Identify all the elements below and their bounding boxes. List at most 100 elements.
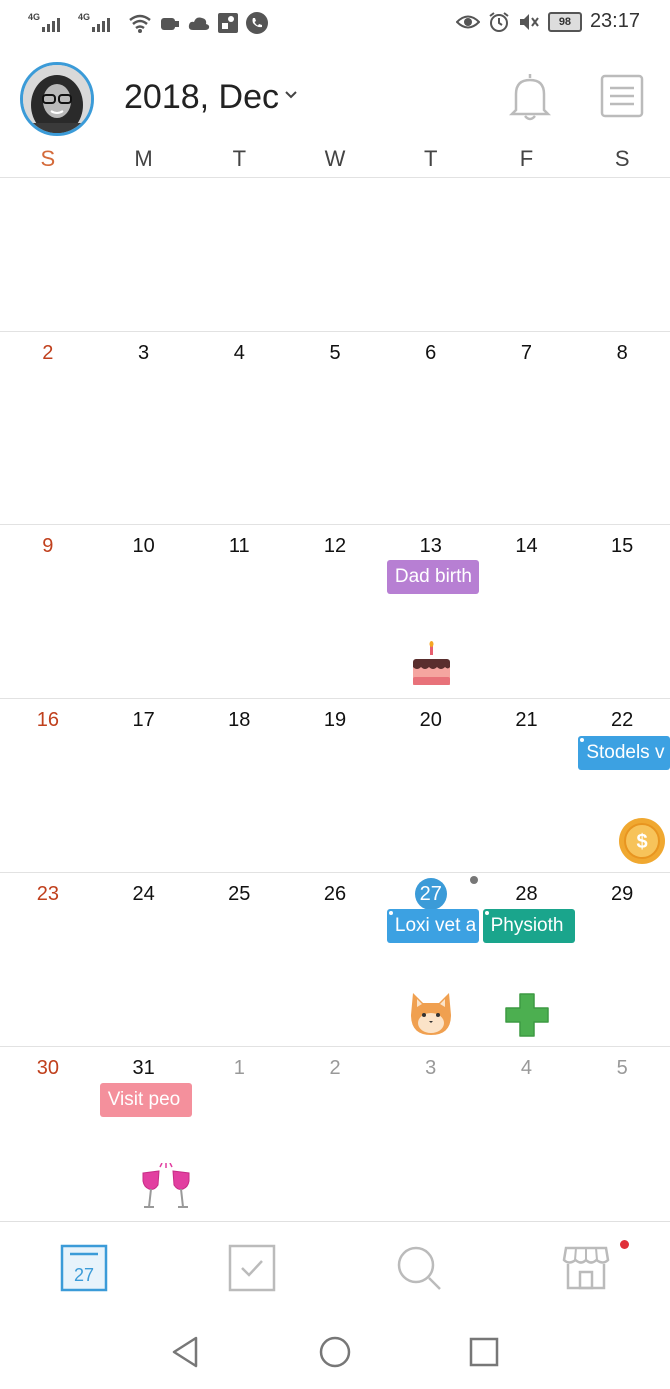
event-label: Physioth bbox=[490, 915, 564, 936]
day-number: 4 bbox=[520, 1057, 533, 1079]
day-cell[interactable]: 24 bbox=[96, 873, 192, 1046]
week-row: 23 24 25 26 27 Loxi vet a 28 Physioth 29 bbox=[0, 873, 670, 1046]
chevron-down-icon[interactable] bbox=[284, 90, 298, 100]
back-icon[interactable] bbox=[168, 1334, 204, 1370]
day-cell[interactable] bbox=[191, 178, 287, 331]
day-cell[interactable]: 29 bbox=[574, 873, 670, 1046]
day-cell[interactable]: 3 bbox=[96, 332, 192, 524]
battery-icon: 98 bbox=[547, 11, 582, 32]
day-number: 7 bbox=[520, 342, 533, 364]
network-label: 4G bbox=[28, 12, 41, 22]
day-cell[interactable]: 28 Physioth bbox=[479, 873, 575, 1046]
day-number: 24 bbox=[132, 883, 155, 905]
weekday-label: S bbox=[614, 146, 630, 171]
event-chip[interactable]: Stodels v bbox=[578, 736, 670, 770]
day-cell[interactable]: 23 bbox=[0, 873, 96, 1046]
recents-icon[interactable] bbox=[466, 1334, 502, 1370]
day-cell[interactable]: 30 bbox=[0, 1047, 96, 1221]
day-number: 25 bbox=[228, 883, 251, 905]
day-cell[interactable] bbox=[574, 178, 670, 331]
day-number: 19 bbox=[323, 709, 347, 731]
month-title[interactable]: 2018, Dec bbox=[124, 78, 279, 117]
day-cell[interactable] bbox=[287, 178, 383, 331]
day-cell[interactable]: 9 bbox=[0, 525, 96, 698]
day-cell[interactable]: 2 bbox=[0, 332, 96, 524]
day-number: 14 bbox=[515, 535, 538, 557]
day-cell[interactable] bbox=[96, 178, 192, 331]
app-icon bbox=[161, 18, 179, 30]
day-cell[interactable]: 12 bbox=[287, 525, 383, 698]
cake-icon bbox=[412, 641, 450, 685]
day-cell[interactable]: 14 bbox=[479, 525, 575, 698]
day-cell[interactable]: 4 bbox=[479, 1047, 575, 1221]
day-number: 5 bbox=[329, 342, 341, 364]
day-number: 2 bbox=[329, 1057, 341, 1079]
day-cell[interactable]: 27 Loxi vet a bbox=[383, 873, 479, 1046]
nav-store[interactable] bbox=[562, 1240, 629, 1292]
day-cell[interactable]: 31 Visit peo bbox=[96, 1047, 192, 1221]
avatar[interactable] bbox=[20, 62, 94, 136]
indicator-dot bbox=[469, 876, 478, 884]
weekday-header: S M T W T F S bbox=[0, 146, 670, 176]
day-cell[interactable] bbox=[479, 178, 575, 331]
nav-tasks[interactable] bbox=[228, 1244, 276, 1292]
coin-icon: $ bbox=[619, 818, 666, 864]
day-cell[interactable]: 2 bbox=[287, 1047, 383, 1221]
today-marker: 27 bbox=[414, 878, 447, 910]
search-icon bbox=[397, 1246, 441, 1290]
day-cell[interactable]: 8 bbox=[574, 332, 670, 524]
day-cell[interactable]: 21 bbox=[479, 699, 575, 872]
day-cell[interactable]: 15 bbox=[574, 525, 670, 698]
mute-icon bbox=[519, 13, 539, 30]
nav-search[interactable] bbox=[395, 1244, 443, 1292]
day-cell[interactable] bbox=[383, 178, 479, 331]
bottom-nav: 27 bbox=[0, 1221, 670, 1317]
weekday-label: T bbox=[232, 146, 247, 171]
day-cell[interactable]: 5 bbox=[574, 1047, 670, 1221]
day-cell[interactable] bbox=[0, 178, 96, 331]
event-chip[interactable]: Dad birth bbox=[386, 560, 479, 594]
day-cell[interactable]: 1 bbox=[191, 1047, 287, 1221]
day-cell[interactable]: 4 bbox=[191, 332, 287, 524]
weekday-label: W bbox=[324, 146, 346, 171]
day-cell[interactable]: 22 Stodels v $ bbox=[574, 699, 670, 872]
nav-calendar[interactable]: 27 bbox=[60, 1244, 108, 1292]
day-cell[interactable]: 5 bbox=[287, 332, 383, 524]
medical-cross-icon bbox=[504, 993, 549, 1037]
event-label: Loxi vet a bbox=[394, 915, 477, 936]
event-chip[interactable]: Visit peo bbox=[99, 1083, 192, 1117]
home-icon[interactable] bbox=[317, 1334, 353, 1370]
day-cell[interactable]: 18 bbox=[191, 699, 287, 872]
wifi-icon bbox=[129, 14, 151, 33]
bell-icon[interactable] bbox=[506, 70, 554, 122]
day-cell[interactable]: 11 bbox=[191, 525, 287, 698]
day-number: 28 bbox=[515, 883, 538, 905]
day-cell[interactable]: 6 bbox=[383, 332, 479, 524]
eye-icon bbox=[455, 15, 480, 28]
event-chip[interactable]: Physioth bbox=[482, 909, 575, 943]
day-cell[interactable]: 13 Dad birth bbox=[383, 525, 479, 698]
cloud-icon bbox=[188, 17, 210, 30]
event-chip[interactable]: Loxi vet a bbox=[386, 909, 479, 943]
day-number: 3 bbox=[425, 1057, 437, 1079]
day-number: 29 bbox=[611, 883, 634, 905]
menu-list-icon[interactable] bbox=[600, 74, 644, 118]
day-number: 30 bbox=[36, 1057, 59, 1079]
week-row: 30 31 Visit peo 1 2 3 4 5 bbox=[0, 1047, 670, 1221]
day-number: 13 bbox=[419, 535, 442, 557]
day-cell[interactable]: 19 bbox=[287, 699, 383, 872]
day-cell[interactable]: 10 bbox=[96, 525, 192, 698]
day-cell[interactable]: 26 bbox=[287, 873, 383, 1046]
day-cell[interactable]: 25 bbox=[191, 873, 287, 1046]
week-row: 9 10 11 12 13 Dad birth 14 15 bbox=[0, 525, 670, 698]
day-number: 10 bbox=[132, 535, 155, 557]
day-cell[interactable]: 17 bbox=[96, 699, 192, 872]
day-cell[interactable]: 3 bbox=[383, 1047, 479, 1221]
day-number: 2 bbox=[42, 342, 54, 364]
day-cell[interactable]: 16 bbox=[0, 699, 96, 872]
day-number: 31 bbox=[132, 1057, 155, 1079]
status-left: 4G 4G bbox=[28, 10, 268, 36]
day-cell[interactable]: 7 bbox=[479, 332, 575, 524]
day-cell[interactable]: 20 bbox=[383, 699, 479, 872]
day-number: 18 bbox=[228, 709, 251, 731]
